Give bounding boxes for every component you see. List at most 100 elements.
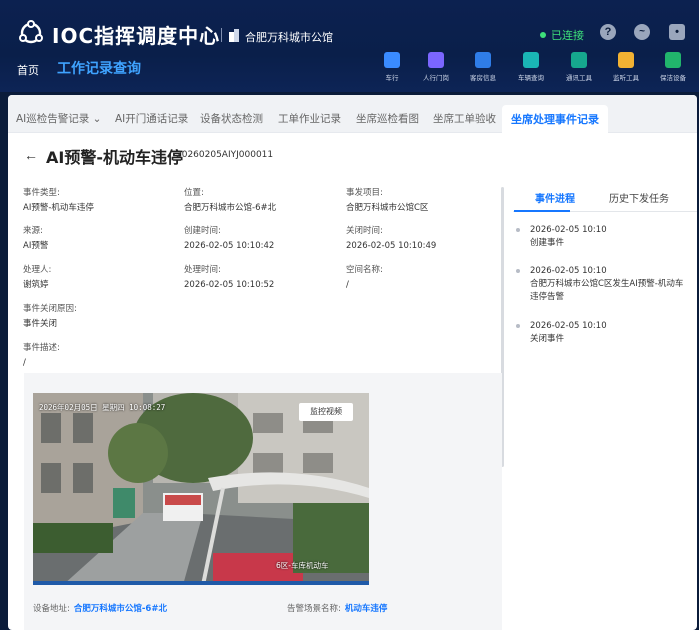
field-project: 事发项目: 合肥万科城市公馆C区 <box>346 187 428 214</box>
tool-label: 通讯工具 <box>566 74 592 82</box>
info-label: 告警场景名称: <box>287 604 341 614</box>
timeline-item: 2026-02-05 10:10 合肥万科城市公馆C区发生AI预警-机动车违停告… <box>516 265 690 304</box>
field-label: 处理时间: <box>184 265 221 275</box>
active-tab-indicator <box>514 210 570 212</box>
tab-event-records[interactable]: 坐席处理事件记录 <box>502 105 608 133</box>
field-label: 创建时间: <box>184 226 221 236</box>
field-space-name: 空间名称: / <box>346 264 383 291</box>
field-location: 位置: 合肥万科城市公馆-6#北 <box>184 187 276 214</box>
timeline-time: 2026-02-05 10:10 <box>530 266 607 276</box>
field-value: 合肥万科城市公馆-6#北 <box>184 203 277 213</box>
tool-label: 车行 <box>385 74 399 82</box>
help-icon[interactable]: ? <box>600 24 616 40</box>
field-value: 2026-02-05 10:10:49 <box>346 241 437 251</box>
field-closed-time: 关闭时间: 2026-02-05 10:10:49 <box>346 225 436 252</box>
tab-order-acceptance[interactable]: 坐席工单验收 <box>433 111 496 126</box>
video-bottom-bar <box>33 581 369 585</box>
field-value: 合肥万科城市公馆C区 <box>346 203 429 213</box>
tab-event-progress[interactable]: 事件进程 <box>535 190 575 205</box>
tab-work-orders[interactable]: 工单作业记录 <box>278 111 341 126</box>
cleaning-icon <box>665 52 681 68</box>
tab-ai-alarm[interactable]: AI巡检告警记录 ⌄ <box>16 111 101 126</box>
field-source: 来源: AI预警 <box>23 225 48 252</box>
video-timestamp: 2026年02月05日 星期四 10:08:27 <box>39 403 166 412</box>
tool-label: 人行门岗 <box>423 74 449 82</box>
tab-bar: AI巡检告警记录 ⌄ AI开门通话记录 设备状态检测 工单作业记录 坐席巡检看图… <box>8 95 697 133</box>
tool-label: 客房信息 <box>470 74 496 82</box>
tool-gate[interactable]: 人行门岗 <box>416 52 456 82</box>
field-created-time: 创建时间: 2026-02-05 10:10:42 <box>184 225 274 252</box>
vehicle-search-icon <box>523 52 539 68</box>
nav-home[interactable]: 首页 <box>17 62 39 78</box>
monitor-video-button[interactable]: 监控视频 <box>299 403 353 421</box>
phone-icon <box>571 52 587 68</box>
field-description: 事件描述: / <box>23 342 60 369</box>
info-value[interactable]: 合肥万科城市公馆-6#北 <box>74 604 167 614</box>
camera-label: 6区-车库机动车 <box>276 561 329 570</box>
tab-label: AI巡检告警记录 <box>16 113 90 125</box>
field-value: 2026-02-05 10:10:42 <box>184 241 275 251</box>
house-icon <box>475 52 491 68</box>
tool-monitor[interactable]: 监听工具 <box>606 52 646 82</box>
field-label: 事件描述: <box>23 343 60 353</box>
page-title: AI预警-机动车违停 <box>46 148 183 167</box>
timeline-time: 2026-02-05 10:10 <box>530 321 607 331</box>
tool-label: 监听工具 <box>613 74 639 82</box>
building-icon <box>229 29 239 42</box>
field-label: 处理人: <box>23 265 52 275</box>
field-label: 空间名称: <box>346 265 383 275</box>
tool-vehicle-search[interactable]: 车辆查询 <box>511 52 551 82</box>
info-value[interactable]: 机动车违停 <box>345 604 388 614</box>
field-value: AI预警-机动车违停 <box>23 203 94 213</box>
info-label: 设备地址: <box>33 604 70 614</box>
field-label: 事发项目: <box>346 188 383 198</box>
back-arrow-icon[interactable]: ← <box>24 147 38 163</box>
tab-inspection-images[interactable]: 坐席巡检看图 <box>356 111 419 126</box>
site-name[interactable]: 合肥万科城市公馆 <box>245 29 333 45</box>
timeline-time: 2026-02-05 10:10 <box>530 225 607 235</box>
status-dot-icon <box>540 32 546 38</box>
field-value: 2026-02-05 10:10:52 <box>184 280 275 290</box>
nav-work-records[interactable]: 工作记录查询 <box>57 58 141 78</box>
tool-phone[interactable]: 通讯工具 <box>559 52 599 82</box>
field-value: / <box>23 358 26 368</box>
heartbeat-icon[interactable]: ~ <box>634 24 650 40</box>
tool-car[interactable]: 车行 <box>372 52 412 82</box>
field-event-type: 事件类型: AI预警-机动车违停 <box>23 187 94 214</box>
surveillance-snapshot[interactable] <box>33 393 369 585</box>
event-code: 20260205AIYJ000011 <box>176 150 274 160</box>
timeline-text: 创建事件 <box>530 238 565 248</box>
timeline-item: 2026-02-05 10:10 关闭事件 <box>516 320 690 346</box>
timeline-text: 关闭事件 <box>530 334 565 344</box>
logo-icon <box>19 20 43 44</box>
field-label: 关闭时间: <box>346 226 383 236</box>
tab-device-status[interactable]: 设备状态检测 <box>200 111 263 126</box>
timeline-dot-icon <box>516 324 520 328</box>
tool-label: 保洁设备 <box>660 74 686 82</box>
field-value: AI预警 <box>23 241 49 251</box>
tool-house[interactable]: 客房信息 <box>463 52 503 82</box>
header-divider <box>221 28 222 42</box>
chevron-down-icon: ⌄ <box>92 113 102 125</box>
user-icon[interactable]: • <box>669 24 685 40</box>
tab-ai-door-call[interactable]: AI开门通话记录 <box>115 111 188 126</box>
tab-history-tasks[interactable]: 历史下发任务 <box>609 190 669 205</box>
tool-label: 车辆查询 <box>518 74 544 82</box>
device-address: 设备地址: 合肥万科城市公馆-6#北 <box>33 602 167 614</box>
timeline-dot-icon <box>516 228 520 232</box>
app-title: IOC指挥调度中心 <box>52 24 221 48</box>
field-label: 事件类型: <box>23 188 60 198</box>
connection-status: 已连接 <box>540 27 584 43</box>
field-value: 谢筑婷 <box>23 280 49 290</box>
field-close-reason: 事件关闭原因: 事件关闭 <box>23 303 77 330</box>
main-panel: AI巡检告警记录 ⌄ AI开门通话记录 设备状态检测 工单作业记录 坐席巡检看图… <box>8 95 697 630</box>
tool-cleaning[interactable]: 保洁设备 <box>653 52 693 82</box>
timeline-text: 合肥万科城市公馆C区发生AI预警-机动车违停告警 <box>530 279 684 302</box>
field-handled-time: 处理时间: 2026-02-05 10:10:52 <box>184 264 274 291</box>
timeline-dot-icon <box>516 269 520 273</box>
gate-icon <box>428 52 444 68</box>
field-value: / <box>346 280 349 290</box>
alarm-scene: 告警场景名称: 机动车违停 <box>287 602 387 614</box>
top-header: IOC指挥调度中心 合肥万科城市公馆 已连接 ? ~ • 首页 工作记录查询 车… <box>0 0 699 92</box>
right-tab-bar: 事件进程 历史下发任务 <box>513 182 697 212</box>
